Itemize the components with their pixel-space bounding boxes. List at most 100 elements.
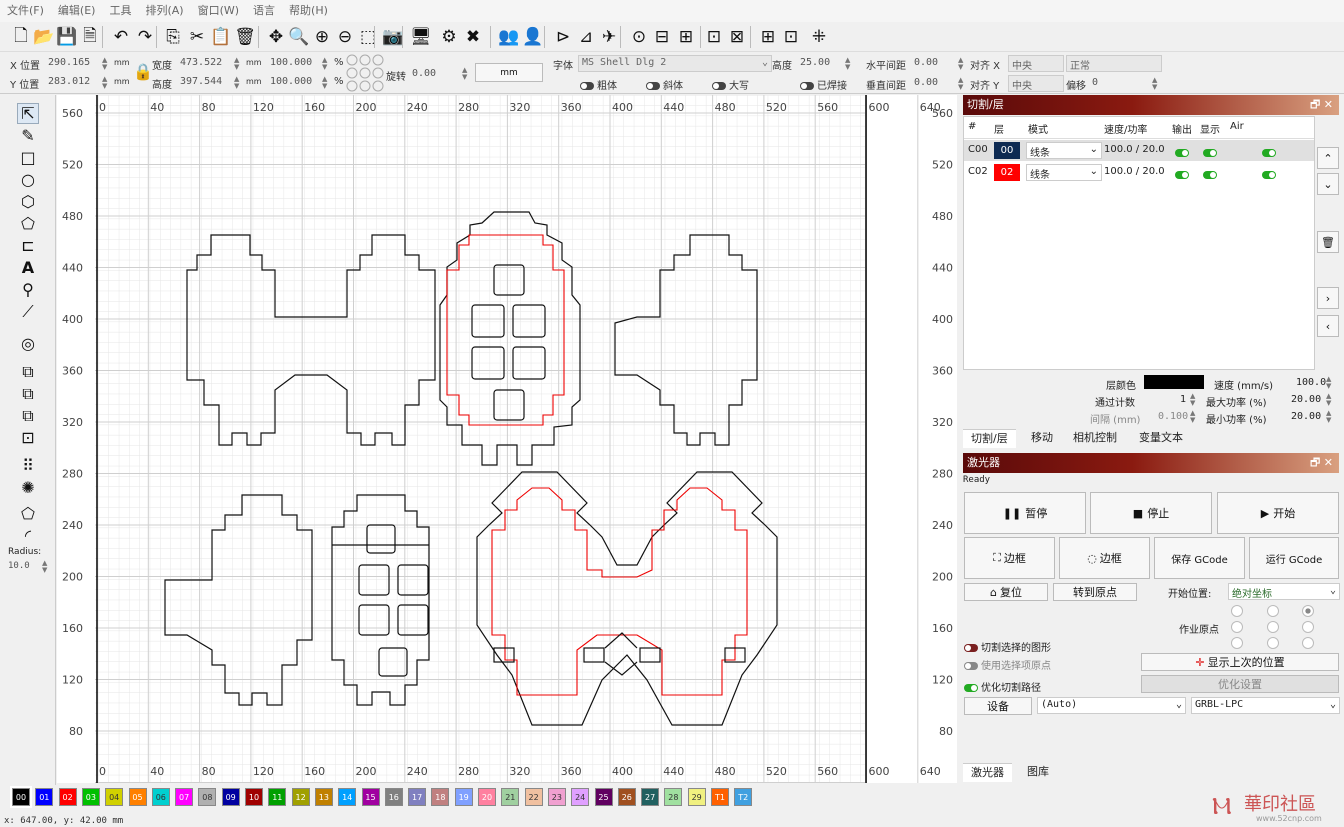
save-as-icon[interactable]: 🗎 bbox=[79, 26, 101, 48]
tab-cut-tabs-2[interactable]: 相机控制 bbox=[1065, 429, 1125, 447]
table-row[interactable]: C00 00 线条 ⌄ 100.0 / 20.0 bbox=[964, 140, 1314, 161]
fillet-icon[interactable]: ◜ bbox=[17, 525, 39, 546]
vspace-spinner[interactable]: ▲ ▼ bbox=[958, 77, 963, 91]
boolean-intersect-icon[interactable]: ⧉ bbox=[17, 405, 39, 426]
palette-swatch[interactable]: 06 bbox=[151, 788, 170, 806]
table-row[interactable]: C02 02 线条 ⌄ 100.0 / 20.0 bbox=[964, 162, 1314, 183]
offset-tool-icon[interactable]: ◎ bbox=[17, 333, 39, 354]
mirror-h-icon[interactable]: ⊳ bbox=[552, 26, 574, 48]
show-toggle[interactable] bbox=[1203, 168, 1220, 181]
cut-selected-toggle[interactable]: 切割选择的图形 bbox=[964, 639, 1051, 654]
delete-icon[interactable]: 🗑 bbox=[234, 26, 256, 48]
y-pos-input[interactable]: 283.012 bbox=[48, 76, 90, 87]
pause-button[interactable]: ❚❚ 暂停 bbox=[964, 492, 1086, 534]
open-folder-icon[interactable]: 📂 bbox=[33, 26, 55, 48]
palette-swatch[interactable]: 26 bbox=[617, 788, 636, 806]
radius-spinner[interactable]: ▲ ▼ bbox=[42, 560, 47, 574]
offset-input[interactable]: 0 bbox=[1092, 77, 1098, 88]
welded-toggle[interactable]: 已焊接 bbox=[800, 77, 847, 92]
align2-icon[interactable]: ⊞ bbox=[675, 26, 697, 48]
tab-cut-tabs-3[interactable]: 变量文本 bbox=[1131, 429, 1191, 447]
y-pos-spinner[interactable]: ▲ ▼ bbox=[102, 76, 107, 90]
text-height-input[interactable]: 25.00 bbox=[800, 57, 830, 68]
ellipse-tool-icon[interactable]: ○ bbox=[17, 169, 39, 190]
origin-radio-mr[interactable] bbox=[1302, 621, 1314, 633]
palette-swatch[interactable]: 22 bbox=[524, 788, 543, 806]
tab-laser-tabs-0[interactable]: 激光器 bbox=[963, 763, 1012, 782]
start-button[interactable]: ▶ 开始 bbox=[1217, 492, 1339, 534]
origin-radio-tl[interactable] bbox=[1231, 605, 1243, 617]
panel-float-close-icon[interactable]: 🗗 ✕ bbox=[1310, 95, 1333, 115]
layer-speed-power[interactable]: 100.0 / 20.0 bbox=[1104, 144, 1165, 155]
canvas-svg[interactable]: 0 40 80 120 160 200 240 280 320 360 400 440 480 520 56… bbox=[57, 95, 957, 783]
menu-item-3[interactable]: 排列(A) bbox=[138, 0, 190, 22]
undo-icon[interactable]: ↶ bbox=[110, 26, 132, 48]
hspace-input[interactable]: 0.00 bbox=[914, 57, 938, 68]
goto-origin-button[interactable]: 转到原点 bbox=[1053, 583, 1137, 601]
align-y-select[interactable]: 中央 bbox=[1008, 75, 1064, 92]
passes-spinner[interactable]: ▲ ▼ bbox=[1190, 393, 1195, 407]
palette-swatch[interactable]: 20 bbox=[478, 788, 496, 806]
start-position-select[interactable]: 绝对坐标 ⌄ bbox=[1228, 583, 1340, 600]
position-tool-icon[interactable]: ⚲ bbox=[17, 279, 39, 300]
mirror-v-icon[interactable]: ⊿ bbox=[575, 26, 597, 48]
save-gcode-button[interactable]: 保存 GCode bbox=[1154, 537, 1245, 579]
x-pos-input[interactable]: 290.165 bbox=[48, 57, 90, 68]
tools-icon[interactable]: ✖ bbox=[462, 26, 484, 48]
x-pos-spinner[interactable]: ▲ ▼ bbox=[102, 57, 107, 71]
tab-laser-tabs-1[interactable]: 图库 bbox=[1019, 763, 1057, 781]
circular-array-icon[interactable]: ✺ bbox=[17, 477, 39, 498]
palette-swatch[interactable]: 02 bbox=[58, 788, 77, 806]
weld-icon[interactable]: ⊡ bbox=[17, 427, 39, 448]
palette-swatch[interactable]: 21 bbox=[501, 788, 520, 806]
bold-toggle[interactable]: 粗体 bbox=[580, 77, 617, 92]
redo-icon[interactable]: ↷ bbox=[134, 26, 156, 48]
rotate-spinner[interactable]: ▲ ▼ bbox=[462, 67, 467, 81]
polygon-tool-icon[interactable]: ⬡ bbox=[17, 191, 39, 212]
select-tool-icon[interactable]: ⇱ bbox=[17, 103, 39, 124]
unit-button[interactable]: mm bbox=[475, 63, 543, 82]
distribute-icon[interactable]: ⊡ bbox=[703, 26, 725, 48]
height-spinner[interactable]: ▲ ▼ bbox=[234, 76, 239, 90]
width-input[interactable]: 473.522 bbox=[180, 57, 222, 68]
palette-swatch[interactable]: 28 bbox=[664, 788, 683, 806]
show-toggle[interactable] bbox=[1203, 146, 1220, 159]
align-x-select[interactable]: 中央 bbox=[1008, 55, 1064, 72]
layer-color-chip[interactable]: 02 bbox=[994, 164, 1020, 181]
palette-swatch[interactable]: 29 bbox=[687, 788, 706, 806]
zoom-out-icon[interactable]: ⊖ bbox=[334, 26, 356, 48]
layer-color-chip[interactable]: 00 bbox=[994, 142, 1020, 159]
tab-cut-tabs-0[interactable]: 切割/层 bbox=[963, 429, 1016, 448]
move-icon[interactable]: ✥ bbox=[265, 26, 287, 48]
grid-array-icon[interactable]: ⠿ bbox=[17, 455, 39, 476]
palette-swatch[interactable]: T2 bbox=[734, 788, 753, 806]
palette-swatch[interactable]: 15 bbox=[361, 788, 380, 806]
air-toggle[interactable] bbox=[1262, 146, 1279, 159]
frame-round-button[interactable]: ◌ 边框 bbox=[1059, 537, 1150, 579]
max-power-spinner[interactable]: ▲ ▼ bbox=[1326, 393, 1331, 407]
optimize-toggle[interactable]: 优化切割路径 bbox=[964, 679, 1041, 694]
distribute2-icon[interactable]: ⊠ bbox=[726, 26, 748, 48]
boolean-diff-icon[interactable]: ⧉ bbox=[17, 383, 39, 404]
origin-radio-ml[interactable] bbox=[1231, 621, 1243, 633]
design-canvas[interactable]: 0 40 80 120 160 200 240 280 320 360 400 440 480 520 56… bbox=[57, 95, 957, 783]
palette-swatch[interactable]: 05 bbox=[128, 788, 147, 806]
palette-swatch[interactable]: 12 bbox=[291, 788, 310, 806]
center-icon[interactable]: ⁜ bbox=[808, 26, 830, 48]
settings-icon[interactable]: ⚙ bbox=[438, 26, 460, 48]
save-icon[interactable]: 💾 bbox=[56, 26, 78, 48]
palette-swatch[interactable]: 16 bbox=[384, 788, 403, 806]
device-select[interactable]: (Auto) ⌄ bbox=[1037, 697, 1186, 714]
origin-radio-mc[interactable] bbox=[1267, 621, 1279, 633]
cut-icon[interactable]: ✂ bbox=[186, 26, 208, 48]
user-icon[interactable]: 👤 bbox=[522, 26, 544, 48]
speed-spinner[interactable]: ▲ ▼ bbox=[1326, 376, 1331, 390]
users-icon[interactable]: 👥 bbox=[498, 26, 520, 48]
menu-item-4[interactable]: 窗口(W) bbox=[191, 0, 246, 22]
rotate-input[interactable]: 0.00 bbox=[412, 68, 436, 79]
use-selection-origin-toggle[interactable]: 使用选择项原点 bbox=[964, 657, 1051, 672]
device-button[interactable]: 设备 bbox=[964, 697, 1032, 715]
menu-item-2[interactable]: 工具 bbox=[102, 0, 138, 22]
home-button[interactable]: ⌂ 复位 bbox=[964, 583, 1048, 601]
palette-swatch[interactable]: 25 bbox=[594, 788, 613, 806]
